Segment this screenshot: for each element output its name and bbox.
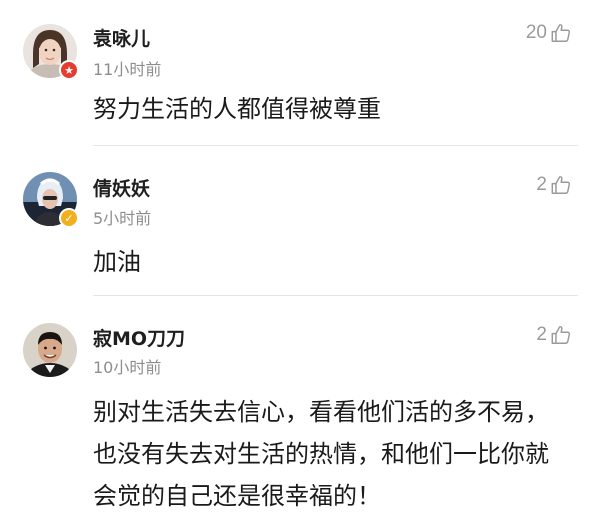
avatar[interactable]	[23, 323, 77, 377]
username[interactable]: 寂MO刀刀	[93, 324, 185, 351]
timestamp: 11小时前	[93, 60, 162, 79]
comment-text: 努力生活的人都值得被尊重	[93, 95, 381, 123]
like-count: 2	[536, 174, 547, 195]
avatar-image	[23, 323, 77, 377]
username[interactable]: 倩妖妖	[93, 174, 150, 201]
comment-item: ✓ 倩妖妖 5小时前 2 加油	[0, 146, 600, 296]
username[interactable]: 袁咏儿	[93, 24, 150, 51]
comment-item: 寂MO刀刀 10小时前 2 别对生活失去信心，看看他们活的多不易，也没有失去对生…	[0, 296, 600, 510]
thumbs-up-icon	[551, 24, 571, 42]
like-count: 2	[536, 324, 547, 345]
like-count: 20	[525, 22, 547, 43]
star-badge-icon: ★	[59, 60, 79, 80]
thumbs-up-icon	[551, 326, 571, 344]
timestamp: 10小时前	[93, 358, 162, 377]
like-button[interactable]: 20	[526, 22, 572, 44]
avatar[interactable]: ✓	[23, 172, 79, 228]
comment-list: ★ 袁咏儿 11小时前 20 努力生活的人都值得被尊重 ✓ 倩妖妖 5小时前 2…	[0, 0, 600, 510]
thumbs-up-icon	[551, 176, 571, 194]
timestamp: 5小时前	[93, 209, 152, 228]
comment-text: 加油	[93, 248, 141, 276]
like-button[interactable]: 2	[536, 174, 572, 196]
comment-text: 别对生活失去信心，看看他们活的多不易，也没有失去对生活的热情，和他们一比你就会觉…	[93, 398, 549, 510]
like-button[interactable]: 2	[536, 324, 572, 346]
comment-item: ★ 袁咏儿 11小时前 20 努力生活的人都值得被尊重	[0, 0, 600, 146]
check-badge-icon: ✓	[59, 208, 79, 228]
avatar[interactable]: ★	[23, 24, 79, 80]
